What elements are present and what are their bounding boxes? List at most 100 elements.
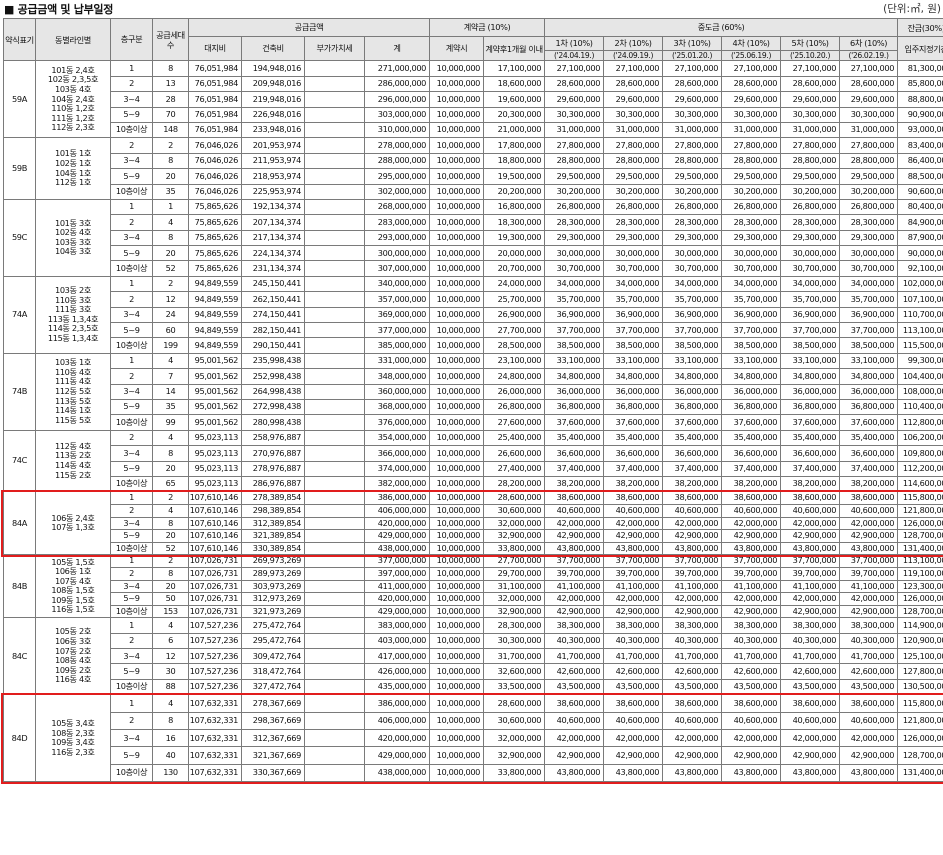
inst-3-cell: 37,400,000	[662, 460, 723, 477]
table-row: 2 8 107,632,331 298,367,669 406,000,000 10,00…	[4, 711, 943, 731]
deposit-month-cell: 24,800,000	[483, 368, 546, 385]
inst-6-cell: 27,100,000	[839, 60, 899, 77]
inst-2-cell: 29,500,000	[603, 168, 664, 185]
deposit-contract-cell: 10,000,000	[429, 91, 485, 108]
inst-1-cell: 29,500,000	[544, 168, 605, 185]
inst-1-cell: 35,700,000	[544, 291, 605, 308]
floor-cell: 1	[110, 554, 153, 568]
inst-4-cell: 42,000,000	[721, 516, 782, 531]
inst-6-cell: 35,700,000	[839, 291, 899, 308]
units-cell: 4	[152, 429, 189, 447]
inst-4-cell: 28,600,000	[721, 75, 782, 93]
building-cell: 192,134,374	[241, 198, 305, 216]
inst-2-cell: 27,800,000	[603, 137, 664, 154]
inst-3-cell: 38,600,000	[662, 491, 723, 505]
inst-1-cell: 37,400,000	[544, 460, 605, 477]
deposit-month-cell: 16,800,000	[483, 198, 546, 216]
inst-2-cell: 31,000,000	[603, 121, 664, 139]
deposit-month-cell: 27,700,000	[483, 554, 546, 568]
table-row: 3~4 12 107,527,236 309,472,764 417,000,000 10…	[4, 648, 943, 665]
inst-2-cell: 40,600,000	[603, 711, 664, 731]
table-row: 2 4 107,610,146 298,389,854 406,000,000 10,00…	[4, 503, 943, 518]
col-date-3: ('25.01.20.)	[662, 49, 723, 62]
deposit-contract-cell: 10,000,000	[429, 617, 485, 634]
deposit-month-cell: 18,600,000	[483, 75, 546, 93]
units-cell: 4	[152, 214, 189, 231]
table-row: 2 8 107,026,731 289,973,269 397,000,000 10,00…	[4, 566, 943, 581]
building-cell: 303,973,269	[241, 579, 305, 594]
inst-2-cell: 28,300,000	[603, 214, 664, 231]
deposit-month-cell: 19,500,000	[483, 168, 546, 185]
vat-cell	[304, 352, 365, 370]
building-cell: 327,472,764	[241, 678, 305, 696]
floor-cell: 10층이상	[110, 763, 153, 783]
deposit-month-cell: 17,800,000	[483, 137, 546, 154]
table-row: 3~4 14 95,001,562 264,998,438 360,000,000 10,…	[4, 383, 943, 401]
vat-cell	[304, 678, 365, 696]
inst-2-cell: 36,900,000	[603, 306, 664, 324]
deposit-contract-cell: 10,000,000	[429, 460, 485, 477]
inst-3-cell: 30,200,000	[662, 183, 723, 200]
deposit-contract-cell: 10,000,000	[429, 414, 485, 431]
inst-6-cell: 36,900,000	[839, 306, 899, 324]
inst-4-cell: 34,800,000	[721, 368, 782, 385]
inst-3-cell: 27,100,000	[662, 60, 723, 77]
inst-1-cell: 42,900,000	[544, 604, 605, 619]
inst-6-cell: 38,200,000	[839, 475, 899, 493]
balance-cell: 126,000,000	[897, 516, 943, 531]
inst-2-cell: 36,800,000	[603, 398, 664, 416]
deposit-month-cell: 27,400,000	[483, 460, 546, 477]
inst-5-cell: 38,300,000	[780, 617, 841, 634]
vat-cell	[304, 275, 365, 293]
deposit-contract-cell: 10,000,000	[429, 516, 485, 531]
inst-1-cell: 41,100,000	[544, 579, 605, 594]
floor-cell: 5~9	[110, 106, 153, 123]
inst-5-cell: 36,000,000	[780, 383, 841, 401]
unit-note: (단위:㎡, 원)	[883, 3, 941, 15]
building-cell: 235,998,438	[241, 352, 305, 370]
inst-3-cell: 34,000,000	[662, 275, 723, 293]
inst-6-cell: 37,700,000	[839, 322, 899, 339]
building-cell: 225,953,974	[241, 183, 305, 200]
table-row: 3~4 8 95,023,113 270,976,887 366,000,000 10,0…	[4, 445, 943, 462]
floor-cell: 5~9	[110, 529, 153, 543]
document-title: ■ 공급금액 및 납부일정	[4, 3, 114, 16]
inst-3-cell: 28,800,000	[662, 152, 723, 170]
unit-type-cell: 84C	[3, 617, 36, 696]
deposit-contract-cell: 10,000,000	[429, 152, 485, 170]
dong-line-cell: 103동 1호 110동 4호 111동 4호 112동 5호 113동 5호 …	[35, 352, 111, 431]
table-row: 2 4 75,865,626 207,134,374 283,000,000 10,000…	[4, 214, 943, 231]
inst-5-cell: 30,700,000	[780, 260, 841, 277]
inst-1-cell: 37,700,000	[544, 554, 605, 568]
inst-1-cell: 40,600,000	[544, 711, 605, 731]
total-cell: 411,000,000	[363, 579, 431, 594]
land-cell: 107,026,731	[188, 554, 242, 568]
inst-3-cell: 42,900,000	[662, 746, 723, 765]
units-cell: 35	[152, 398, 189, 416]
land-cell: 107,632,331	[188, 694, 242, 713]
inst-2-cell: 29,600,000	[603, 91, 664, 108]
inst-6-cell: 40,600,000	[839, 503, 899, 518]
inst-6-cell: 33,100,000	[839, 352, 899, 370]
inst-1-cell: 38,300,000	[544, 617, 605, 634]
inst-5-cell: 38,500,000	[780, 337, 841, 354]
balance-cell: 126,000,000	[897, 729, 943, 748]
inst-2-cell: 41,700,000	[603, 648, 664, 665]
land-cell: 94,849,559	[188, 275, 242, 293]
inst-4-cell: 42,900,000	[721, 604, 782, 619]
inst-1-cell: 38,600,000	[544, 491, 605, 505]
units-cell: 4	[152, 503, 189, 518]
inst-4-cell: 38,300,000	[721, 617, 782, 634]
inst-1-cell: 35,400,000	[544, 429, 605, 447]
vat-cell	[304, 291, 365, 308]
inst-6-cell: 30,700,000	[839, 260, 899, 277]
vat-cell	[304, 746, 365, 765]
inst-3-cell: 34,800,000	[662, 368, 723, 385]
inst-3-cell: 42,000,000	[662, 516, 723, 531]
floor-cell: 1	[110, 198, 153, 216]
total-cell: 420,000,000	[363, 729, 431, 748]
balance-cell: 107,100,000	[897, 291, 943, 308]
land-cell: 95,023,113	[188, 445, 242, 462]
inst-2-cell: 28,800,000	[603, 152, 664, 170]
balance-cell: 92,100,000	[897, 260, 943, 277]
